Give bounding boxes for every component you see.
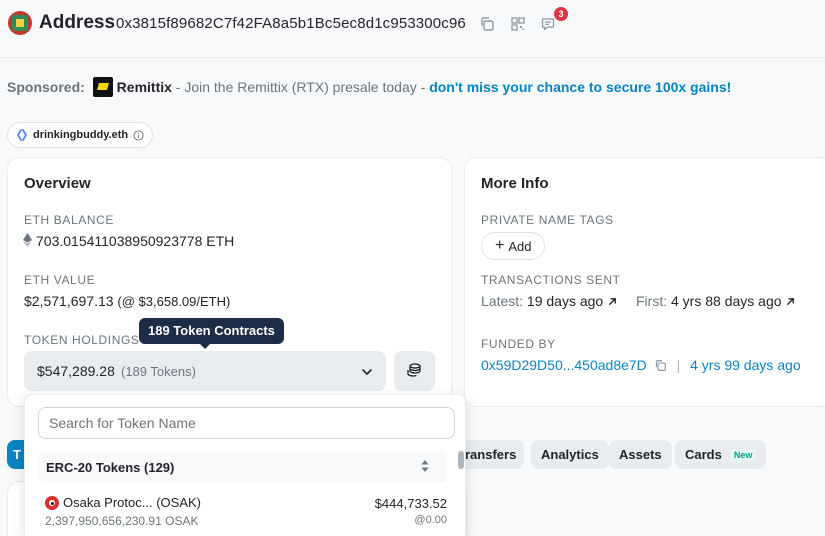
eth-price: (@ $3,658.09/ETH) <box>117 294 231 309</box>
latest-label: Latest: <box>481 293 524 309</box>
tab-label: Assets <box>619 447 662 462</box>
overview-title: Overview <box>24 175 91 192</box>
sponsored-cta-link[interactable]: don't miss your chance to secure 100x ga… <box>429 79 731 95</box>
eth-value-label: ETH VALUE <box>24 273 96 287</box>
transactions-sent-line: Latest: 19 days ago First: 4 yrs 88 days… <box>481 293 796 309</box>
latest-value: 19 days ago <box>526 293 604 309</box>
funded-by-age-link[interactable]: 4 yrs 99 days ago <box>690 357 801 373</box>
plus-icon: + <box>495 237 505 254</box>
copy-icon[interactable] <box>479 16 495 32</box>
token-contracts-tooltip: 189 Token Contracts <box>139 318 284 349</box>
token-amount: 2,397,950,656,230.91 OSAK <box>45 514 199 528</box>
arrow-up-right-icon[interactable] <box>607 296 618 307</box>
remittix-logo-icon <box>92 77 113 97</box>
new-badge: New <box>729 448 757 461</box>
first-label: First: <box>636 293 668 309</box>
tab-label: Analytics <box>541 447 599 462</box>
more-info-title: More Info <box>481 175 549 192</box>
erc20-group-label: ERC-20 Tokens (129) <box>46 460 175 475</box>
address-avatar <box>8 11 32 35</box>
qr-code-icon[interactable] <box>510 16 526 32</box>
comment-icon[interactable] <box>540 16 556 32</box>
tab-cards[interactable]: Cards New <box>675 440 767 469</box>
coins-stack-icon <box>407 363 421 377</box>
ens-name-chip[interactable]: drinkingbuddy.eth <box>7 122 154 148</box>
funded-by-label: FUNDED BY <box>481 337 556 351</box>
separator: | <box>676 357 681 373</box>
sponsored-label: Sponsored: <box>7 79 85 95</box>
token-value: $444,733.52 <box>374 496 447 511</box>
eth-balance-label: ETH BALANCE <box>24 213 114 227</box>
info-icon[interactable] <box>133 129 144 141</box>
eth-diamond-icon <box>23 233 32 250</box>
osaka-token-icon <box>45 496 59 510</box>
funded-by-line: 0x59D29D50...450ad8e7D | 4 yrs 99 days a… <box>481 357 801 373</box>
ens-name: drinkingbuddy.eth <box>33 129 129 141</box>
tab-analytics[interactable]: Analytics <box>531 440 609 469</box>
eth-value-line: $2,571,697.13 (@ $3,658.09/ETH) <box>24 293 230 309</box>
sponsored-banner: Sponsored: Remittix - Join the Remittix … <box>7 77 731 97</box>
arrow-up-right-icon[interactable] <box>785 296 796 307</box>
token-holdings-select[interactable]: $547,289.28 (189 Tokens) <box>24 351 386 391</box>
tab-label: T <box>13 447 21 462</box>
scrollbar[interactable] <box>458 451 464 469</box>
token-list-item[interactable]: Osaka Protoc... (OSAK) $444,733.52 2,397… <box>38 491 447 531</box>
token-search-input[interactable] <box>38 407 455 439</box>
notification-badge: 3 <box>554 7 568 21</box>
ens-logo-icon <box>17 129 27 141</box>
token-holdings-count: (189 Tokens) <box>121 364 196 379</box>
sponsored-text: - Join the Remittix (RTX) presale today … <box>171 79 430 95</box>
add-name-tag-button[interactable]: + Add <box>481 232 546 260</box>
transactions-sent-label: TRANSACTIONS SENT <box>481 273 621 287</box>
erc20-group-header[interactable]: ERC-20 Tokens (129) <box>38 451 447 483</box>
tab-label: ransfers <box>465 447 517 462</box>
sort-icon[interactable] <box>420 459 430 473</box>
eth-value: $2,571,697.13 <box>24 293 114 309</box>
eth-balance-value: 703.015411038950923778 ETH <box>36 233 235 249</box>
tab-assets[interactable]: Assets <box>609 440 672 469</box>
token-holdings-label: TOKEN HOLDINGS <box>24 333 140 347</box>
token-name: Osaka Protoc... (OSAK) <box>63 495 201 510</box>
tab-label: Cards <box>685 447 722 462</box>
first-value: 4 yrs 88 days ago <box>671 293 782 309</box>
tab-token-transfers[interactable]: ransfers <box>458 440 524 469</box>
token-holdings-dropdown: ERC-20 Tokens (129) Osaka Protoc... (OSA… <box>24 394 466 536</box>
funded-by-address-link[interactable]: 0x59D29D50...450ad8e7D <box>481 357 647 373</box>
add-label: Add <box>508 238 532 254</box>
private-name-tags-label: PRIVATE NAME TAGS <box>481 213 614 227</box>
token-holdings-value: $547,289.28 <box>37 363 115 379</box>
copy-icon[interactable] <box>654 359 667 372</box>
sponsored-brand[interactable]: Remittix <box>117 79 172 95</box>
address-hash: 0x3815f89682C7f42FA8a5b1Bc5ec8d1c953300c… <box>116 15 466 32</box>
token-price: @0.00 <box>414 514 447 526</box>
token-portfolio-button[interactable] <box>394 351 435 391</box>
page-title: Address <box>39 12 116 33</box>
chevron-down-icon <box>362 369 372 375</box>
